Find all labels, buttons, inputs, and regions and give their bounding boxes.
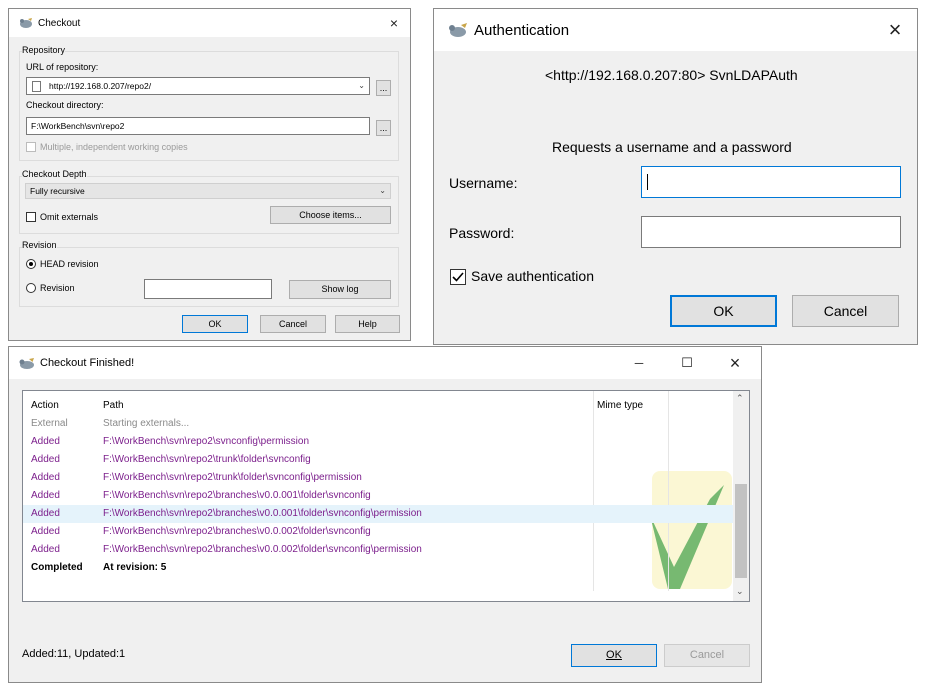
dir-label: Checkout directory: [26, 100, 104, 110]
username-input[interactable] [641, 166, 901, 198]
row-action: Added [31, 454, 60, 465]
save-auth-checkbox[interactable] [450, 269, 466, 285]
auth-realm: <http://192.168.0.207:80> SvnLDAPAuth [545, 67, 798, 83]
table-row[interactable]: Added F:\WorkBench\svn\repo2\branches\v0… [23, 541, 735, 559]
revision-radio[interactable] [26, 283, 36, 293]
choose-items-button[interactable]: Choose items... [270, 206, 391, 224]
table-row[interactable]: Added F:\WorkBench\svn\repo2\branches\v0… [23, 523, 735, 541]
row-action: Added [31, 472, 60, 483]
password-label: Password: [449, 225, 515, 241]
tortoise-icon [19, 17, 33, 29]
row-path: F:\WorkBench\svn\repo2\branches\v0.0.002… [103, 526, 371, 537]
row-action: Added [31, 526, 60, 537]
ok-button-label: OK [606, 649, 622, 661]
maximize-button[interactable]: ☐ [673, 347, 701, 379]
file-icon [32, 81, 41, 92]
row-path: F:\WorkBench\svn\repo2\branches\v0.0.001… [103, 490, 371, 501]
close-button[interactable]: × [883, 9, 907, 51]
checkmark-icon [452, 272, 464, 282]
depth-group-label: Checkout Depth [22, 169, 87, 179]
multiple-checkbox[interactable] [26, 142, 36, 152]
multiple-label: Multiple, independent working copies [40, 142, 188, 152]
revision-input[interactable] [144, 279, 272, 299]
chevron-up-icon[interactable]: ⌃ [736, 393, 744, 404]
row-action: Added [31, 490, 60, 501]
depth-combo[interactable]: Fully recursive ⌄ [25, 183, 391, 199]
auth-title: Authentication [474, 21, 570, 39]
omit-externals-label: Omit externals [40, 212, 99, 222]
checkout-finished-dialog: Checkout Finished! ─ ☐ × Action Path Mim… [8, 346, 762, 683]
scrollbar-thumb[interactable] [735, 484, 747, 578]
url-label: URL of repository: [26, 62, 99, 72]
revision-group-label: Revision [22, 240, 57, 250]
chevron-down-icon[interactable]: ⌄ [736, 586, 744, 597]
list-header: Action Path Mime type [23, 397, 735, 415]
repository-group-label: Repository [22, 45, 66, 55]
chevron-down-icon[interactable]: ⌄ [379, 184, 386, 198]
browse-dir-button[interactable]: ... [376, 120, 391, 136]
table-row-selected[interactable]: Added F:\WorkBench\svn\repo2\branches\v0… [23, 505, 734, 523]
table-row[interactable]: Added F:\WorkBench\svn\repo2\svnconfig\p… [23, 433, 735, 451]
username-label: Username: [449, 175, 518, 191]
head-revision-label: HEAD revision [40, 259, 99, 269]
text-cursor [647, 174, 648, 190]
finished-titlebar: Checkout Finished! ─ ☐ × [9, 347, 761, 379]
cancel-button[interactable]: Cancel [664, 644, 750, 667]
row-path: F:\WorkBench\svn\repo2\trunk\folder\svnc… [103, 472, 362, 483]
table-row[interactable]: Added F:\WorkBench\svn\repo2\trunk\folde… [23, 451, 735, 469]
depth-value: Fully recursive [30, 186, 85, 196]
finished-title: Checkout Finished! [40, 357, 135, 369]
password-input[interactable] [641, 216, 901, 248]
url-combo[interactable]: http://192.168.0.207/repo2/ ⌄ [26, 77, 370, 95]
table-row[interactable]: Added F:\WorkBench\svn\repo2\trunk\folde… [23, 469, 735, 487]
authentication-dialog: Authentication × <http://192.168.0.207:8… [433, 8, 918, 345]
chevron-down-icon[interactable]: ⌄ [358, 78, 365, 94]
vertical-scrollbar[interactable]: ⌃ ⌄ [733, 391, 749, 601]
row-path: F:\WorkBench\svn\repo2\branches\v0.0.002… [103, 544, 422, 555]
row-action: Added [31, 436, 60, 447]
row-action: Added [31, 544, 60, 555]
tortoise-icon [19, 357, 35, 370]
row-path: F:\WorkBench\svn\repo2\svnconfig\permiss… [103, 436, 310, 447]
save-auth-label: Save authentication [471, 268, 594, 284]
omit-externals-checkbox[interactable] [26, 212, 36, 222]
browse-url-button[interactable]: ... [376, 80, 391, 96]
column-action[interactable]: Action [31, 397, 59, 415]
ok-button[interactable]: OK [670, 295, 777, 327]
url-value: http://192.168.0.207/repo2/ [49, 81, 152, 91]
column-mime-type[interactable]: Mime type [597, 397, 643, 415]
revision-label: Revision [40, 283, 75, 293]
table-row[interactable]: External Starting externals... [23, 415, 735, 433]
row-path: At revision: 5 [103, 562, 167, 573]
checkout-dialog: Checkout × Repository URL of repository:… [8, 8, 411, 341]
table-row[interactable]: Added F:\WorkBench\svn\repo2\branches\v0… [23, 487, 735, 505]
close-button[interactable]: × [384, 9, 404, 37]
head-revision-radio[interactable] [26, 259, 36, 269]
row-path: Starting externals... [103, 418, 190, 429]
checkout-title: Checkout [38, 17, 81, 29]
auth-titlebar: Authentication × [434, 9, 917, 51]
tortoise-icon [448, 22, 468, 38]
results-list[interactable]: Action Path Mime type External Starting … [22, 390, 750, 602]
status-text: Added:11, Updated:1 [22, 648, 126, 660]
auth-request: Requests a username and a password [552, 139, 792, 155]
show-log-button[interactable]: Show log [289, 280, 391, 299]
dir-input[interactable]: F:\WorkBench\svn\repo2 [26, 117, 370, 135]
row-path: F:\WorkBench\svn\repo2\trunk\folder\svnc… [103, 454, 311, 465]
table-row[interactable]: Completed At revision: 5 [23, 559, 735, 577]
cancel-button[interactable]: Cancel [792, 295, 899, 327]
checkout-titlebar: Checkout × [9, 9, 410, 37]
row-action: External [31, 418, 68, 429]
help-button[interactable]: Help [335, 315, 400, 333]
cancel-button[interactable]: Cancel [260, 315, 326, 333]
ok-button[interactable]: OK [571, 644, 657, 667]
row-action: Added [31, 508, 60, 519]
minimize-button[interactable]: ─ [625, 347, 653, 379]
row-action: Completed [31, 562, 83, 573]
column-path[interactable]: Path [103, 397, 124, 415]
ok-button[interactable]: OK [182, 315, 248, 333]
close-button[interactable]: × [721, 347, 749, 379]
row-path: F:\WorkBench\svn\repo2\branches\v0.0.001… [103, 508, 422, 519]
